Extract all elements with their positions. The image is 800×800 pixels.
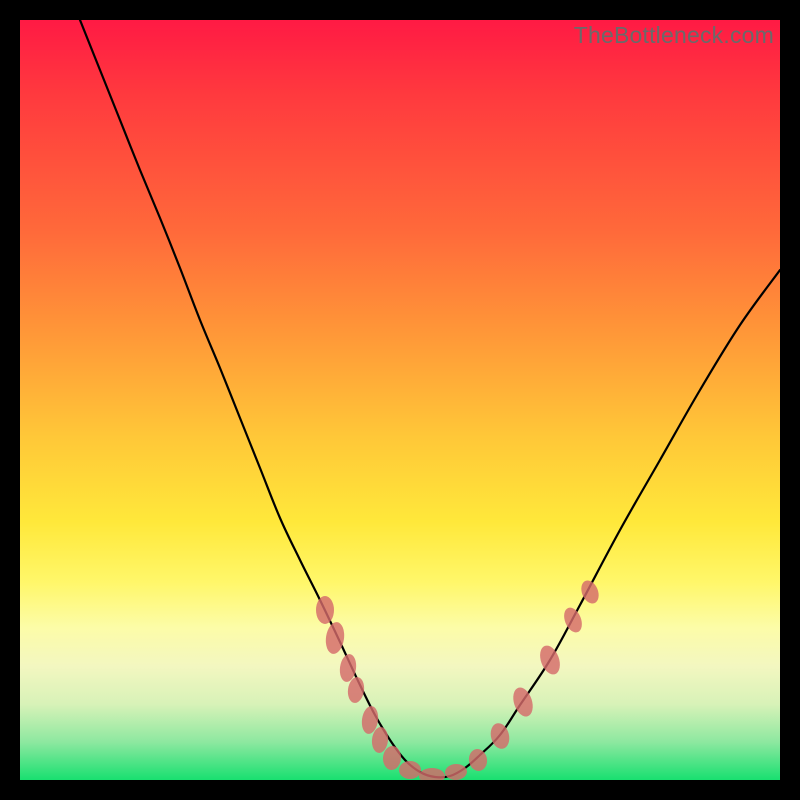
watermark-text: TheBottleneck.com — [574, 22, 774, 49]
gradient-background — [20, 20, 780, 780]
chart-frame: TheBottleneck.com — [20, 20, 780, 780]
